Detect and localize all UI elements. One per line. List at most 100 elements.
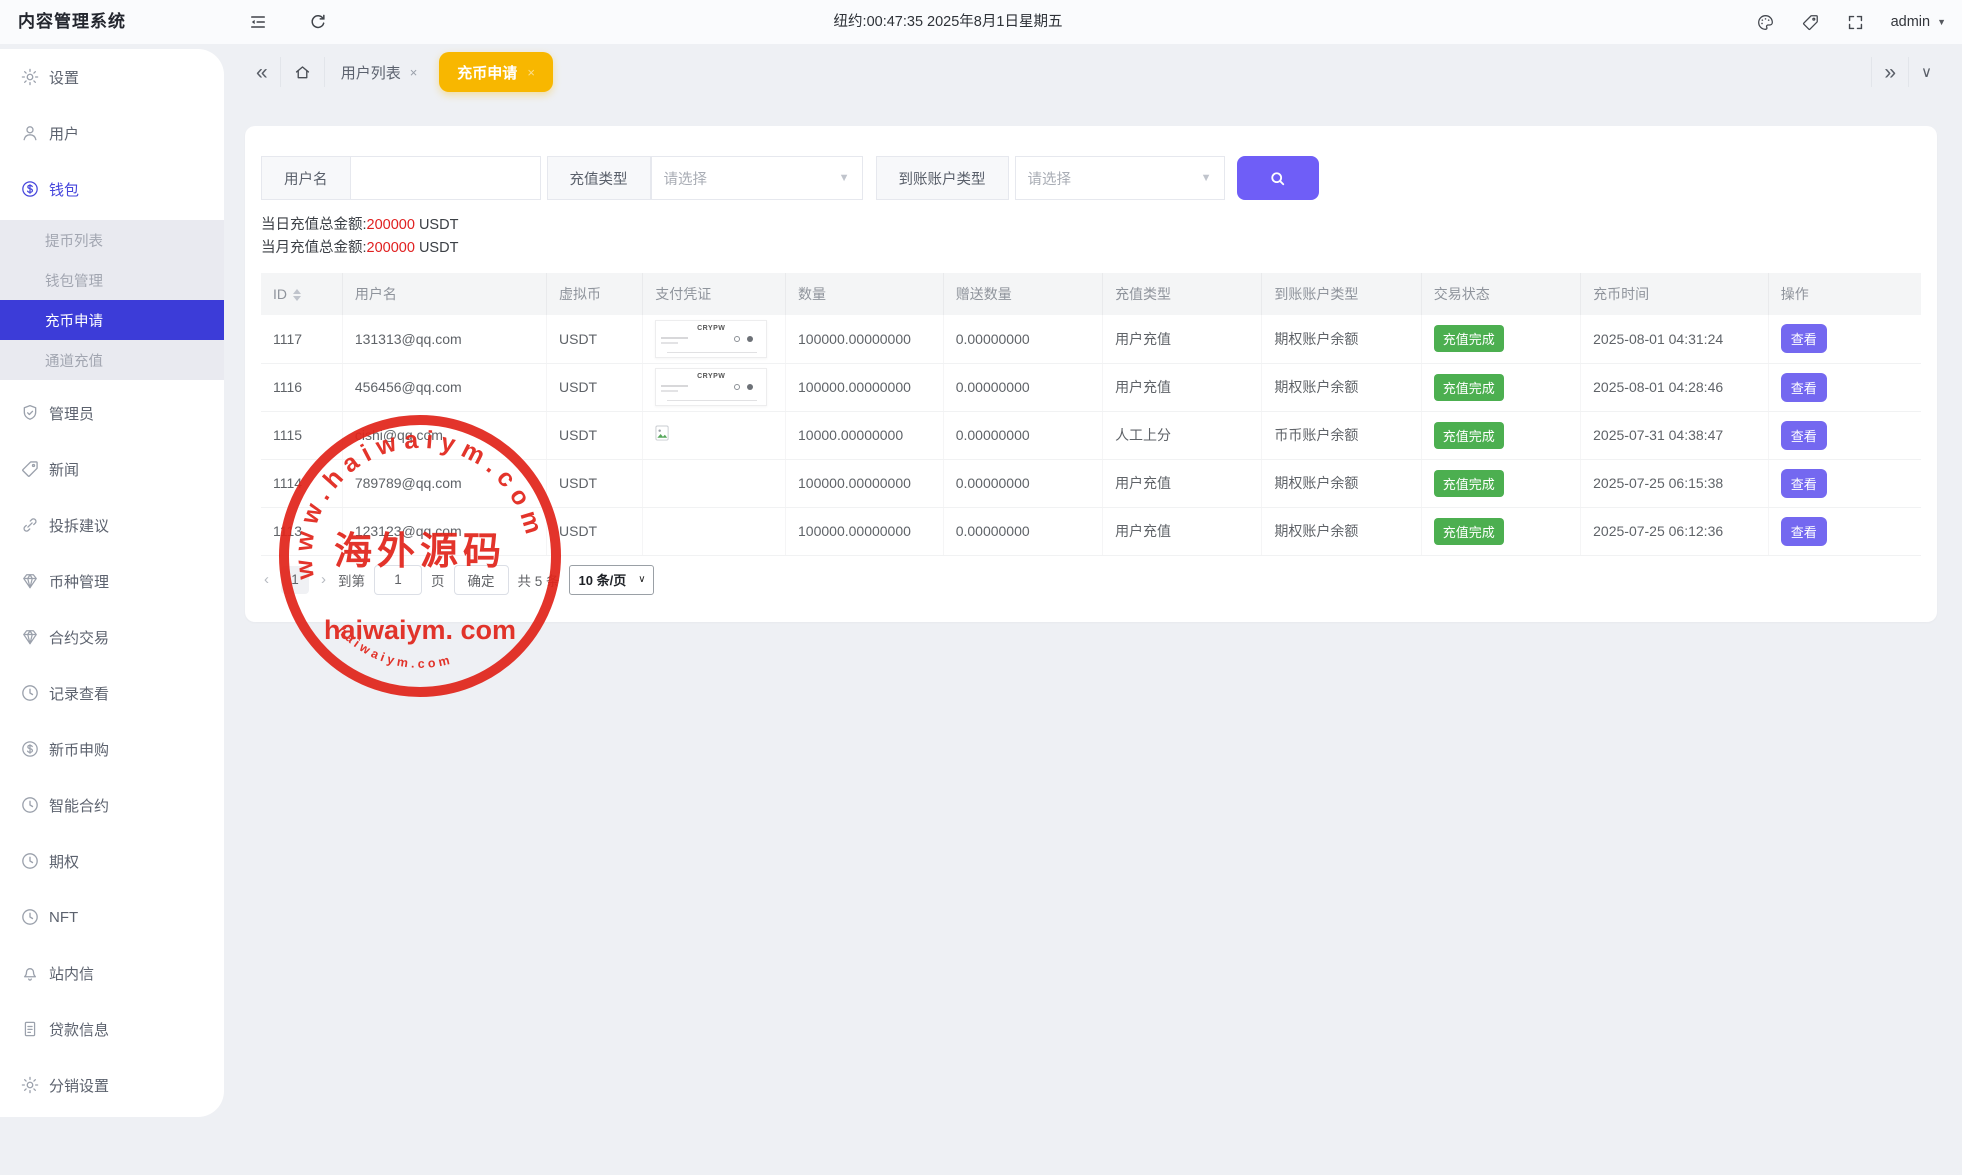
sidebar-subitem[interactable]: 钱包管理	[0, 260, 224, 300]
tag-icon	[20, 459, 40, 479]
sidebar-subitem[interactable]: 通道充值	[0, 340, 224, 380]
tag-icon[interactable]	[1801, 13, 1820, 32]
select-placeholder: 请选择	[664, 168, 708, 189]
sidebar-item[interactable]: 投拆建议	[0, 497, 224, 553]
cell-username: 123123@qq.com	[342, 507, 546, 555]
sidebar-subitem-label: 通道充值	[45, 350, 103, 371]
cell-amount: 100000.00000000	[786, 507, 944, 555]
jump-prefix-label: 到第	[338, 570, 365, 590]
cell-id: 1115	[261, 411, 342, 459]
cell-action: 查看	[1768, 363, 1921, 411]
sidebar: 设置 用户 钱包 提币列表 钱包管理 充币申请	[0, 49, 224, 1117]
tab-label: 用户列表	[341, 62, 401, 83]
status-badge: 充值完成	[1434, 518, 1504, 545]
clock-icon	[20, 907, 40, 927]
tabs-expand-button[interactable]: »	[1872, 44, 1908, 100]
cell-amount: 100000.00000000	[786, 459, 944, 507]
sidebar-item[interactable]: 记录查看	[0, 665, 224, 721]
cell-coin: USDT	[547, 411, 643, 459]
sidebar-item[interactable]: 智能合约	[0, 777, 224, 833]
tab-recharge-request[interactable]: 充币申请 ×	[439, 52, 553, 92]
view-button[interactable]: 查看	[1781, 373, 1827, 402]
fullscreen-icon[interactable]	[1846, 13, 1865, 32]
sidebar-item[interactable]: 合约交易	[0, 609, 224, 665]
clock-icon	[20, 795, 40, 815]
bell-icon	[20, 963, 40, 983]
cell-proof	[643, 507, 786, 555]
col-coin: 虚拟币	[547, 273, 643, 315]
sidebar-item[interactable]: 分销设置	[0, 1057, 224, 1113]
username-filter-input[interactable]	[351, 156, 541, 200]
sidebar-item[interactable]: 贷款信息	[0, 1001, 224, 1057]
tabs-collapse-button[interactable]: «	[244, 44, 280, 100]
top-header: 内容管理系统 纽约:00:47:35 2025年8月1日星期五 admin ▼	[0, 0, 1962, 44]
col-account-type: 到账账户类型	[1262, 273, 1421, 315]
sidebar-item-label: 分销设置	[49, 1075, 109, 1096]
globe-icon	[747, 336, 753, 342]
view-button[interactable]: 查看	[1781, 469, 1827, 498]
table-row: 1113 123123@qq.com USDT 100000.00000000 …	[261, 507, 1921, 555]
tab-user-list[interactable]: 用户列表 ×	[325, 44, 434, 100]
refresh-icon[interactable]	[308, 12, 328, 32]
sidebar-item-label: 贷款信息	[49, 1019, 109, 1040]
sidebar-item[interactable]: 新币申购	[0, 721, 224, 777]
cell-action: 查看	[1768, 315, 1921, 363]
prev-page-button[interactable]: ‹	[261, 571, 272, 588]
sort-icon[interactable]	[293, 289, 301, 301]
col-id[interactable]: ID	[261, 273, 342, 315]
recharge-type-select[interactable]: 请选择 ▼	[651, 156, 863, 200]
sidebar-subitem-label: 钱包管理	[45, 270, 103, 291]
payment-proof-thumbnail[interactable]: CRYPW	[655, 320, 767, 358]
next-page-button[interactable]: ›	[318, 571, 329, 588]
sidebar-item[interactable]: 用户	[0, 105, 224, 161]
cell-coin: USDT	[547, 459, 643, 507]
cell-proof: CRYPW	[643, 363, 786, 411]
cell-proof	[643, 459, 786, 507]
page-size-select[interactable]: 10 条/页 ∨	[569, 565, 654, 595]
close-icon[interactable]: ×	[527, 65, 535, 80]
table-header-row: ID 用户名 虚拟币 支付凭证 数量 赠送数量 充值类型 到账账户类型 交易状态…	[261, 273, 1921, 315]
account-type-select[interactable]: 请选择 ▼	[1015, 156, 1225, 200]
confirm-button[interactable]: 确定	[454, 565, 509, 595]
sidebar-subitem[interactable]: 提币列表	[0, 220, 224, 260]
sidebar-item-label: 用户	[49, 123, 79, 144]
search-icon	[1268, 169, 1287, 188]
cell-account-type: 期权账户余额	[1262, 363, 1421, 411]
jump-page-input[interactable]	[374, 565, 422, 595]
sidebar-item[interactable]: 设置	[0, 49, 224, 105]
palette-icon[interactable]	[1756, 13, 1775, 32]
recharge-type-filter-label: 充值类型	[547, 156, 651, 200]
globe-icon	[747, 384, 753, 390]
cell-bonus: 0.00000000	[943, 459, 1102, 507]
caret-down-icon: ▼	[1201, 172, 1212, 184]
sidebar-item[interactable]: 管理员	[0, 385, 224, 441]
cell-action: 查看	[1768, 459, 1921, 507]
gem-icon	[20, 627, 40, 647]
sidebar-item[interactable]: 站内信	[0, 945, 224, 1001]
sidebar-item-label: 钱包	[49, 179, 79, 200]
status-badge: 充值完成	[1434, 374, 1504, 401]
sidebar-subitem[interactable]: 充币申请	[0, 300, 224, 340]
view-button[interactable]: 查看	[1781, 324, 1827, 353]
page-size-label: 10 条/页	[579, 570, 627, 589]
sidebar-wallet-submenu: 提币列表 钱包管理 充币申请 通道充值	[0, 220, 224, 380]
payment-proof-thumbnail[interactable]: CRYPW	[655, 368, 767, 406]
cell-bonus: 0.00000000	[943, 363, 1102, 411]
sidebar-item-label: 管理员	[49, 403, 94, 424]
menu-fold-icon[interactable]	[248, 12, 268, 32]
monthly-total-line: 当月充值总金额:200000 USDT	[261, 237, 1921, 260]
view-button[interactable]: 查看	[1781, 421, 1827, 450]
view-button[interactable]: 查看	[1781, 517, 1827, 546]
sidebar-item[interactable]: 新闻	[0, 441, 224, 497]
home-tab-button[interactable]	[281, 44, 324, 100]
sidebar-item-label: 新闻	[49, 459, 79, 480]
tabs-menu-button[interactable]: ∨	[1909, 44, 1944, 100]
page-number[interactable]: 1	[281, 566, 309, 594]
close-icon[interactable]: ×	[410, 65, 418, 80]
sidebar-item-wallet[interactable]: 钱包	[0, 161, 224, 217]
search-button[interactable]	[1237, 156, 1319, 200]
user-menu[interactable]: admin ▼	[1891, 14, 1946, 30]
sidebar-item[interactable]: NFT	[0, 889, 224, 945]
sidebar-item[interactable]: 币种管理	[0, 553, 224, 609]
sidebar-item[interactable]: 期权	[0, 833, 224, 889]
